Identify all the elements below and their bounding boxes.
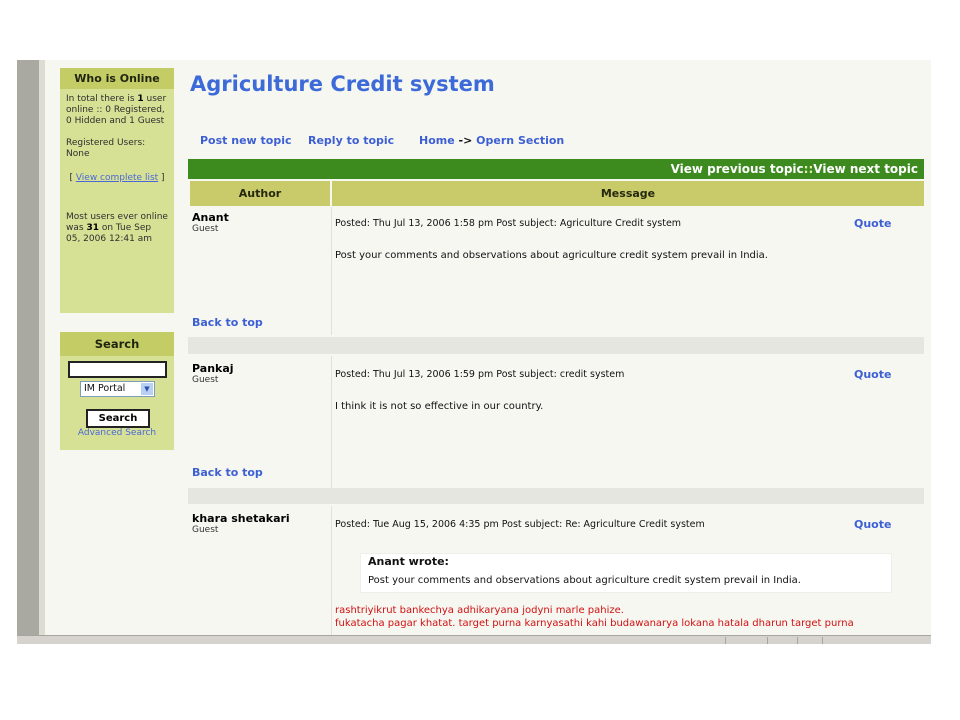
online-total-text: In total there is 1 user online :: 0 Reg…: [66, 94, 168, 127]
reply-to-topic-link[interactable]: Reply to topic: [308, 134, 394, 147]
post-author: Pankaj: [192, 362, 234, 375]
back-to-top-link[interactable]: Back to top: [192, 316, 263, 329]
column-divider: [331, 506, 332, 636]
search-title: Search: [60, 332, 174, 356]
browser-left-frame-inner: [39, 60, 45, 640]
post-divider: [188, 488, 924, 504]
breadcrumb: Home -> Opern Section: [419, 134, 564, 147]
search-scope-select[interactable]: IM Portal ▼: [80, 381, 155, 397]
browser-status-bar: [17, 635, 931, 644]
status-bar-divider: [797, 637, 798, 644]
topic-nav-bar: View previous topic::View next topic: [188, 159, 924, 179]
post-author-role: Guest: [192, 375, 219, 385]
online-total-prefix: In total there is: [66, 94, 138, 104]
author-column-header: Author: [190, 181, 330, 206]
status-bar-divider: [822, 637, 823, 644]
column-divider: [331, 207, 332, 335]
post-author: khara shetakari: [192, 512, 290, 525]
post-divider: [188, 337, 924, 354]
breadcrumb-arrow: ->: [458, 134, 473, 147]
post-meta: Posted: Thu Jul 13, 2006 1:59 pm Post su…: [335, 369, 625, 380]
post-body: Post your comments and observations abou…: [335, 250, 768, 261]
post-author: Anant: [192, 211, 229, 224]
page-title: Agriculture Credit system: [190, 72, 495, 96]
back-to-top-link[interactable]: Back to top: [192, 466, 263, 479]
column-divider: [331, 356, 332, 488]
post-meta: Posted: Thu Jul 13, 2006 1:58 pm Post su…: [335, 218, 682, 229]
view-next-topic-link[interactable]: View next topic: [813, 162, 918, 176]
registered-users-text: Registered Users: None: [66, 138, 146, 159]
view-previous-topic-link[interactable]: View previous topic: [671, 162, 804, 176]
post-author-role: Guest: [192, 224, 219, 234]
breadcrumb-section-link[interactable]: Opern Section: [476, 134, 564, 147]
forum-screenshot: Who is Online In total there is 1 user o…: [17, 60, 931, 644]
status-bar-divider: [725, 637, 726, 644]
chevron-down-icon: ▼: [141, 383, 153, 395]
status-bar-divider: [767, 637, 768, 644]
advanced-search-link[interactable]: Advanced Search: [60, 428, 174, 438]
who-is-online-body: In total there is 1 user online :: 0 Reg…: [60, 89, 174, 250]
topic-nav-separator: ::: [803, 162, 814, 176]
topic-nav-links: View previous topic::View next topic: [671, 162, 918, 176]
message-column-header: Message: [332, 181, 924, 206]
reply-text-line: fukatacha pagar khatat. target purna kar…: [335, 618, 854, 629]
search-scope-value: IM Portal: [84, 383, 126, 394]
breadcrumb-home-link[interactable]: Home: [419, 134, 455, 147]
quote-button[interactable]: Quote: [854, 368, 891, 381]
bracket-close: ]: [158, 173, 165, 183]
post-author-role: Guest: [192, 525, 219, 535]
view-complete-list: [ View complete list ]: [66, 173, 168, 184]
quote-button[interactable]: Quote: [854, 518, 891, 531]
post-new-topic-link[interactable]: Post new topic: [200, 134, 292, 147]
quoted-author: Anant wrote:: [368, 555, 449, 568]
search-body: IM Portal ▼ Search Advanced Search: [60, 356, 174, 442]
who-is-online-title: Who is Online: [60, 68, 174, 89]
quoted-text: Post your comments and observations abou…: [368, 575, 801, 586]
who-is-online-box: Who is Online In total there is 1 user o…: [60, 68, 174, 313]
post-meta: Posted: Tue Aug 15, 2006 4:35 pm Post su…: [335, 519, 705, 530]
most-users-text: Most users ever online was 31 on Tue Sep…: [66, 212, 168, 245]
online-total-count: 1: [137, 94, 144, 104]
most-users-count: 31: [86, 223, 99, 233]
view-complete-list-link[interactable]: View complete list: [76, 173, 158, 183]
search-box: Search IM Portal ▼ Search Advanced Searc…: [60, 332, 174, 450]
search-input[interactable]: [68, 361, 167, 378]
search-button[interactable]: Search: [86, 409, 150, 428]
reply-text-line: rashtriyikrut bankechya adhikaryana jody…: [335, 605, 624, 616]
post-body: I think it is not so effective in our co…: [335, 401, 544, 412]
browser-left-frame: [17, 60, 39, 640]
quote-button[interactable]: Quote: [854, 217, 891, 230]
